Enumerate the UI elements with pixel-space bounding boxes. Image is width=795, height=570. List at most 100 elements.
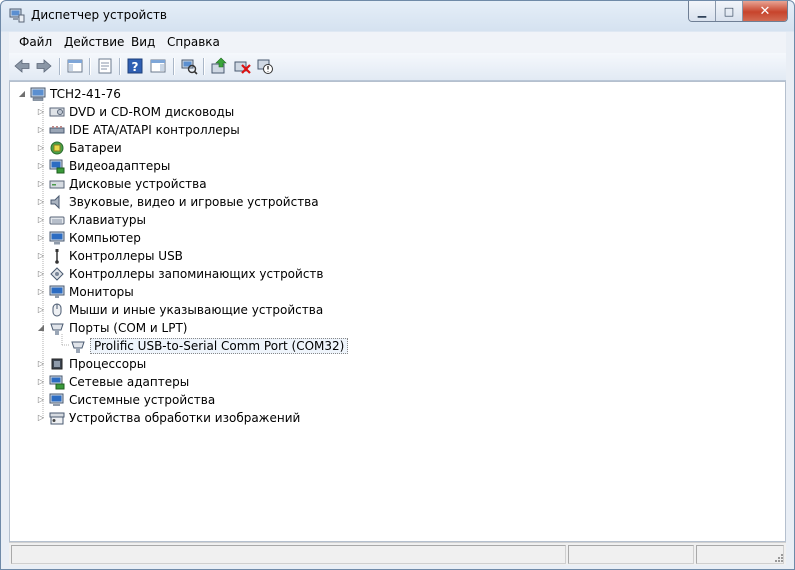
expand-triangle-icon[interactable]: ▷ (37, 288, 45, 296)
tree-category[interactable]: ▷ Контроллеры запоминающих устройств (37, 265, 324, 283)
title-bar[interactable]: Диспетчер устройств ▁ □ ✕ (1, 1, 794, 32)
menu-file[interactable]: Файл (19, 35, 52, 49)
tree-category-label: Устройства обработки изображений (69, 411, 301, 425)
expand-triangle-icon[interactable]: ▷ (37, 396, 45, 404)
tree-category[interactable]: ▷ Контроллеры USB (37, 247, 183, 265)
tree-category[interactable]: ▷ Сетевые адаптеры (37, 373, 189, 391)
expand-triangle-icon[interactable]: ▷ (37, 144, 45, 152)
display-adapter-icon (49, 159, 65, 174)
tree-category-label: Контроллеры USB (69, 249, 183, 263)
computer-icon (49, 231, 65, 245)
forward-arrow-icon[interactable] (35, 57, 53, 75)
close-button[interactable]: ✕ (743, 1, 787, 21)
expand-triangle-icon[interactable]: ▷ (37, 108, 45, 116)
tree-category[interactable]: ▷ Звуковые, видео и игровые устройства (37, 193, 319, 211)
expand-triangle-icon[interactable]: ▷ (37, 306, 45, 314)
properties-icon[interactable] (96, 57, 114, 75)
scan-hardware-icon[interactable] (180, 57, 198, 75)
minimize-button[interactable]: ▁ (689, 1, 716, 21)
tree-category-label: Звуковые, видео и игровые устройства (69, 195, 319, 209)
tree-category[interactable]: ▷ Устройства обработки изображений (37, 409, 300, 427)
port-icon (50, 323, 64, 335)
tree-category[interactable]: ▷ Компьютер (37, 229, 141, 247)
disk-drive-icon (49, 180, 65, 189)
menu-bar: Файл Действие Вид Справка (9, 32, 786, 54)
status-cell-main (11, 545, 566, 564)
collapse-triangle-icon[interactable]: ◢ (37, 324, 45, 332)
menu-view[interactable]: Вид (131, 35, 155, 49)
tree-category[interactable]: ◢ Порты (COM и LPT) (37, 319, 187, 337)
tree-category[interactable]: ▷ Системные устройства (37, 391, 215, 409)
tree-category-label: Системные устройства (69, 393, 216, 407)
menu-help[interactable]: Справка (167, 35, 220, 49)
keyboard-icon (49, 216, 65, 225)
device-manager-window: Диспетчер устройств ▁ □ ✕ Файл Действие … (0, 0, 795, 570)
menu-action[interactable]: Действие (64, 35, 124, 49)
disable-device-icon[interactable] (256, 57, 274, 75)
monitor-icon (49, 285, 65, 298)
resize-grip-icon[interactable] (774, 553, 784, 563)
expand-triangle-icon[interactable]: ▷ (37, 126, 45, 134)
status-bar (9, 542, 786, 565)
window-title: Диспетчер устройств (31, 8, 168, 22)
mouse-icon (52, 303, 62, 317)
expand-triangle-icon[interactable]: ▷ (37, 162, 45, 170)
svg-text:?: ? (132, 60, 139, 74)
expand-triangle-icon[interactable]: ▷ (37, 252, 45, 260)
tree-category-label: Мыши и иные указывающие устройства (69, 303, 324, 317)
tree-category-label: Батареи (69, 141, 122, 155)
battery-icon (50, 141, 64, 155)
update-driver-icon[interactable] (210, 57, 228, 75)
tree-category-label: Контроллеры запоминающих устройств (69, 267, 324, 281)
expand-triangle-icon[interactable]: ▷ (37, 198, 45, 206)
status-cell-2 (568, 545, 694, 564)
tree-category[interactable]: ▷ Мониторы (37, 283, 134, 301)
expand-triangle-icon[interactable]: ▷ (37, 216, 45, 224)
tree-category[interactable]: ▷ Клавиатуры (37, 211, 146, 229)
tree-category[interactable]: ▷ DVD и CD-ROM дисководы (37, 103, 234, 121)
tree-category-label: Процессоры (69, 357, 147, 371)
speaker-icon (50, 194, 60, 210)
tree-category-label: Порты (COM и LPT) (69, 321, 188, 335)
expand-triangle-icon[interactable]: ▷ (37, 234, 45, 242)
tree-device-prolific-port[interactable]: Prolific USB-to-Serial Comm Port (COM32) (70, 337, 349, 355)
help-icon[interactable]: ? (126, 57, 144, 75)
storage-controller-icon (50, 267, 64, 281)
show-hide-console-tree-icon[interactable] (66, 57, 84, 75)
expand-triangle-icon[interactable]: ▷ (37, 414, 45, 422)
toolbar-separator (203, 58, 205, 75)
toolbar-separator (59, 58, 61, 75)
uninstall-device-icon[interactable] (233, 57, 251, 75)
tree-category[interactable]: ▷ Процессоры (37, 355, 146, 373)
tree-category-label: Компьютер (69, 231, 141, 245)
tree-category[interactable]: ▷ Мыши и иные указывающие устройства (37, 301, 323, 319)
system-device-icon (49, 393, 64, 406)
tree-category[interactable]: ▷ Видеоадаптеры (37, 157, 170, 175)
dvd-drive-icon (49, 107, 65, 117)
status-cell-3 (696, 545, 784, 564)
back-arrow-icon[interactable] (13, 57, 31, 75)
processor-icon (51, 358, 63, 370)
tree-category[interactable]: ▷ IDE ATA/ATAPI контроллеры (37, 121, 240, 139)
port-icon (71, 341, 85, 353)
tree-category-label: Видеоадаптеры (69, 159, 171, 173)
toolbar-separator (89, 58, 91, 75)
network-adapter-icon (49, 375, 65, 390)
usb-icon (55, 249, 59, 264)
expand-triangle-icon[interactable]: ▷ (37, 378, 45, 386)
expand-triangle-icon[interactable]: ▷ (37, 270, 45, 278)
ide-controller-icon (49, 126, 65, 134)
tree-category-label: Сетевые адаптеры (69, 375, 190, 389)
expand-triangle-icon[interactable]: ▷ (37, 360, 45, 368)
toolbar: ? (9, 53, 786, 81)
tree-category[interactable]: ▷ Батареи (37, 139, 122, 157)
window-controls: ▁ □ ✕ (688, 1, 788, 22)
device-tree[interactable]: ◢ TCH2-41-76 ▷ DVD и CD-ROM дисководы ▷ IDE… (9, 81, 786, 542)
show-action-pane-icon[interactable] (149, 57, 167, 75)
tree-category[interactable]: ▷ Дисковые устройства (37, 175, 207, 193)
expand-triangle-icon[interactable]: ▷ (37, 180, 45, 188)
tree-category-label: Дисковые устройства (69, 177, 207, 191)
tree-category-label: IDE ATA/ATAPI контроллеры (69, 123, 240, 137)
tree-category-label: Мониторы (69, 285, 134, 299)
maximize-button[interactable]: □ (716, 1, 743, 21)
